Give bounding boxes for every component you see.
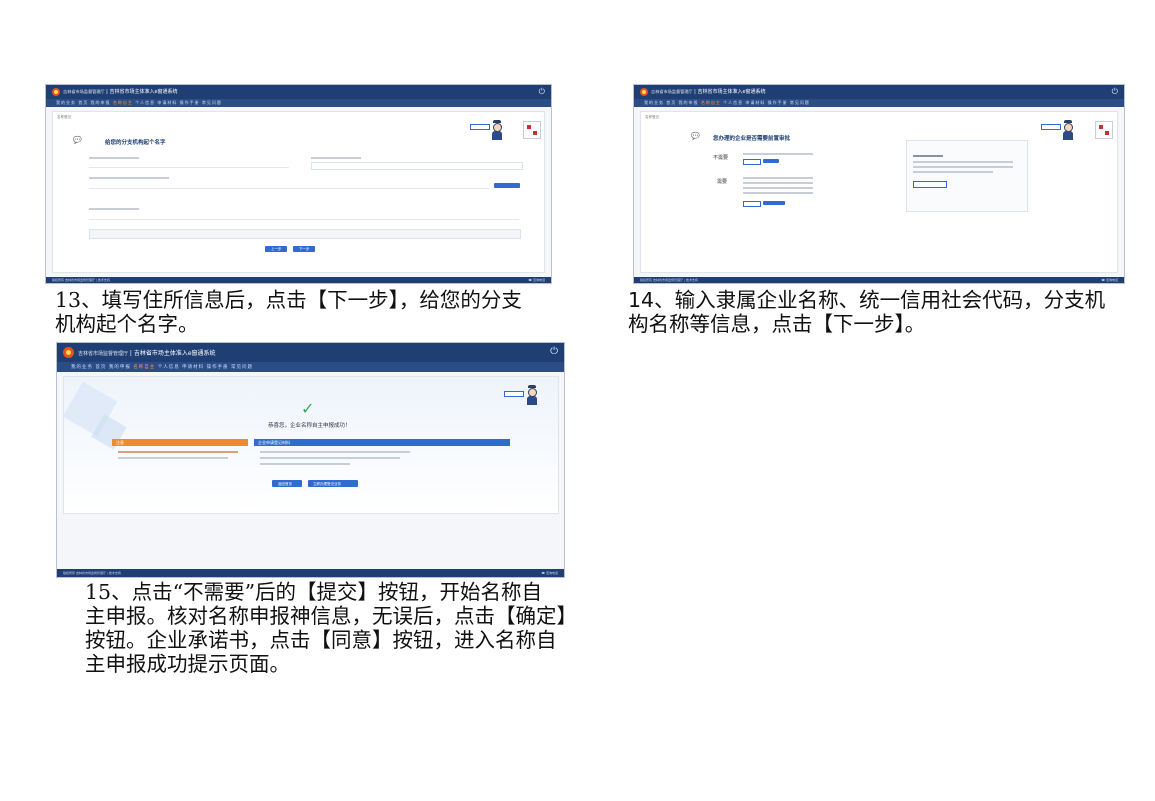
nav-bar: 我的业务 首页 我的申报 名称自主 个人信息 申请材料 操作手册 常见问题	[57, 362, 564, 372]
app-footer: 版权所有 吉林省市场监督管理厅 | 技术支持 ☎ 咨询电话	[46, 277, 551, 283]
success-check-icon: ✓	[301, 399, 315, 418]
logo-icon	[640, 88, 648, 96]
caption-step-13: 13、填写住所信息后，点击【下一步】，给您的分支 机构起个名字。	[55, 288, 522, 336]
assistant-avatar	[525, 385, 539, 405]
logo-icon	[52, 88, 60, 96]
success-message: 恭喜您，企业名称自主申报成功！	[268, 423, 351, 429]
form-card: 名称登记 💬 给您的分支机构起个名字 上一步 下一步	[52, 111, 545, 273]
caption-step-14: 14、输入隶属企业名称、统一信用社会代码，分支机 构名称等信息，点击【下一步】。	[628, 288, 1106, 336]
nav-items[interactable]: 我的业务 首页 我的申报 名称自主 个人信息 申请材料 操作手册 常见问题	[71, 364, 253, 370]
qr-code-icon	[523, 121, 541, 139]
info-panel	[906, 140, 1028, 212]
page-heading: 您办理的企业是否需要前置审批	[713, 136, 791, 142]
app-footer: 版权所有 吉林省市场监督管理厅 | 技术支持 ☎ 咨询电话	[634, 277, 1124, 283]
qr-code-icon	[1095, 121, 1113, 139]
system-title: 吉林省市场监督管理厅 | 吉林省市场主体准入e窗通系统	[78, 350, 216, 357]
nav-items[interactable]: 我的业务 首页 我的申报 名称自主 个人信息 申请材料 操作手册 常见问题	[56, 100, 222, 106]
belongs-select[interactable]	[311, 162, 523, 170]
breadcrumb: 名称登记	[645, 115, 659, 119]
chat-icon: 💬	[691, 132, 700, 140]
option-yes-label: 需要	[717, 179, 728, 185]
assistant-avatar	[490, 120, 504, 140]
power-icon[interactable]: ⏻	[1112, 87, 1118, 97]
chat-icon: 💬	[73, 136, 82, 144]
app-header: 吉林省市场监督管理厅 | 吉林省市场主体准入e窗通系统 ⏻	[634, 85, 1124, 99]
breadcrumb: 名称登记	[57, 115, 71, 119]
screenshot-step-13: 吉林省市场监督管理厅 | 吉林省市场主体准入e窗通系统 ⏻ 我的业务 首页 我的…	[45, 84, 552, 284]
option-yes-detail-button[interactable]	[743, 201, 761, 207]
nav-items[interactable]: 我的业务 首页 我的申报 名称自主 个人信息 申请材料 操作手册 常见问题	[644, 100, 810, 106]
submit-button[interactable]	[763, 159, 779, 163]
system-title: 吉林省市场监督管理厅 | 吉林省市场主体准入e窗通系统	[63, 89, 178, 95]
verify-button[interactable]	[494, 183, 520, 188]
power-icon[interactable]: ⏻	[539, 87, 545, 97]
next-button[interactable]: 下一步	[293, 246, 315, 252]
success-card: ✓ 恭喜您，企业名称自主申报成功！ 注意 企业申请登记材料 返回首页 立即办理登…	[62, 376, 559, 514]
confirm-button[interactable]	[763, 201, 785, 205]
nav-bar: 我的业务 首页 我的申报 名称自主 个人信息 申请材料 操作手册 常见问题	[46, 99, 551, 107]
nav-bar: 我的业务 首页 我的申报 名称自主 个人信息 申请材料 操作手册 常见问题	[634, 99, 1124, 107]
logo-icon	[63, 347, 74, 358]
name-input[interactable]	[89, 229, 521, 239]
approval-card: 名称登记 💬 您办理的企业是否需要前置审批 不需要 需要	[640, 111, 1118, 273]
help-tag[interactable]	[1041, 124, 1061, 130]
page-heading: 给您的分支机构起个名字	[105, 140, 166, 146]
notice-header: 注意	[112, 439, 248, 446]
caption-step-15: 15、点击“不需要”后的【提交】按钮，开始名称自 主申报。核对名称申报神信息，无…	[85, 580, 577, 676]
app-header: 吉林省市场监督管理厅 | 吉林省市场主体准入e窗通系统 ⏻	[57, 343, 564, 362]
app-footer: 版权所有 吉林省市场监督管理厅 | 技术支持 ☎ 咨询电话	[57, 569, 564, 577]
prev-button[interactable]: 上一步	[265, 246, 287, 252]
register-button[interactable]: 立即办理登记业务	[308, 480, 358, 487]
home-button[interactable]: 返回首页	[272, 480, 302, 487]
system-title: 吉林省市场监督管理厅 | 吉林省市场主体准入e窗通系统	[651, 89, 766, 95]
app-header: 吉林省市场监督管理厅 | 吉林省市场主体准入e窗通系统 ⏻	[46, 85, 551, 99]
power-icon[interactable]: ⏻	[550, 346, 558, 357]
option-no-detail-button[interactable]	[743, 159, 761, 165]
materials-header: 企业申请登记材料	[254, 439, 510, 446]
help-tag[interactable]	[470, 124, 490, 130]
assistant-avatar	[1061, 120, 1075, 140]
screenshot-step-15: 吉林省市场监督管理厅 | 吉林省市场主体准入e窗通系统 ⏻ 我的业务 首页 我的…	[56, 342, 565, 578]
option-no-label: 不需要	[713, 155, 729, 161]
help-tag[interactable]	[504, 391, 524, 397]
screenshot-step-14: 吉林省市场监督管理厅 | 吉林省市场主体准入e窗通系统 ⏻ 我的业务 首页 我的…	[633, 84, 1125, 284]
